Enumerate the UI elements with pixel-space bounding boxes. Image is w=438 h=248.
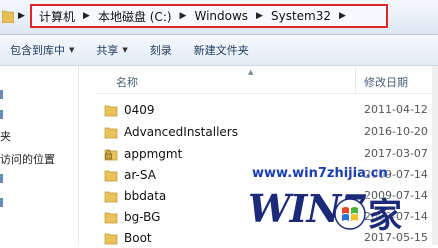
file-date: 2011-04-12 1 bbox=[364, 103, 438, 116]
breadcrumb-item-local-disk[interactable]: 本地磁盘 (C:) ▶ bbox=[93, 8, 190, 25]
share-button[interactable]: 共享 ▼ bbox=[90, 42, 133, 58]
file-name: Boot bbox=[124, 231, 152, 245]
breadcrumb: 计算机 ▶ 本地磁盘 (C:) ▶ Windows ▶ System32 ▶ bbox=[30, 4, 388, 28]
nav-item-icon bbox=[0, 174, 3, 183]
folder-icon bbox=[2, 10, 14, 23]
folder-icon bbox=[104, 233, 118, 245]
chevron-right-icon[interactable]: ▶ bbox=[336, 11, 349, 21]
column-header-date-modified[interactable]: 修改日期 bbox=[364, 74, 408, 90]
command-bar: 包含到库中 ▼ 共享 ▼ 刻录 新建文件夹 bbox=[0, 35, 438, 66]
column-header-row: ▲ 名称 修改日期 bbox=[96, 67, 438, 94]
nav-item-icon bbox=[0, 90, 3, 99]
file-name: AdvancedInstallers bbox=[124, 125, 238, 139]
watermark: www.win7zhijia.cn WIN7 家 bbox=[238, 164, 438, 245]
breadcrumb-item-windows[interactable]: Windows ▶ bbox=[189, 9, 266, 23]
folder-icon bbox=[104, 127, 118, 139]
nav-item-folder[interactable]: 夹 bbox=[0, 128, 11, 144]
breadcrumb-item-computer[interactable]: 计算机 ▶ bbox=[34, 8, 93, 25]
include-in-library-button[interactable]: 包含到库中 ▼ bbox=[4, 42, 80, 58]
navigation-pane: 夹 访问的位置 bbox=[0, 66, 79, 245]
folder-icon bbox=[104, 105, 118, 117]
nav-item-recent-places[interactable]: 访问的位置 bbox=[0, 151, 55, 167]
file-name: 0409 bbox=[124, 103, 155, 117]
address-bar: ▶ 计算机 ▶ 本地磁盘 (C:) ▶ Windows ▶ System32 ▶ bbox=[0, 0, 438, 35]
chevron-right-icon[interactable]: ▶ bbox=[18, 11, 25, 21]
chevron-right-icon[interactable]: ▶ bbox=[80, 11, 93, 21]
file-row[interactable]: appmgmt 2017-03-07 9 bbox=[96, 144, 438, 164]
new-folder-button[interactable]: 新建文件夹 bbox=[188, 42, 255, 58]
file-name: bbdata bbox=[124, 189, 167, 203]
burn-button[interactable]: 刻录 bbox=[144, 42, 178, 58]
column-divider[interactable] bbox=[355, 67, 356, 93]
sort-caret-icon: ▲ bbox=[248, 68, 254, 76]
vertical-scrollbar[interactable] bbox=[432, 66, 438, 245]
folder-icon bbox=[104, 191, 118, 203]
nav-item-icon bbox=[0, 198, 3, 207]
watermark-url: www.win7zhijia.cn bbox=[252, 166, 388, 181]
file-name: bg-BG bbox=[124, 210, 161, 224]
locked-folder-icon bbox=[104, 149, 118, 161]
chevron-right-icon[interactable]: ▶ bbox=[177, 11, 190, 21]
windows-flag-icon bbox=[334, 198, 366, 230]
dropdown-arrow-icon: ▼ bbox=[122, 46, 128, 54]
file-row[interactable]: 0409 2011-04-12 1 bbox=[96, 100, 438, 120]
chevron-right-icon[interactable]: ▶ bbox=[253, 11, 266, 21]
file-date: 2016-10-20 3 bbox=[364, 125, 438, 138]
file-name: ar-SA bbox=[124, 168, 156, 182]
folder-icon bbox=[104, 170, 118, 182]
breadcrumb-item-system32[interactable]: System32 ▶ bbox=[266, 9, 349, 23]
file-name: appmgmt bbox=[124, 147, 183, 161]
watermark-han: 家 bbox=[368, 196, 402, 236]
column-header-name[interactable]: 名称 bbox=[116, 74, 138, 90]
folder-icon bbox=[104, 212, 118, 224]
dropdown-arrow-icon: ▼ bbox=[69, 46, 75, 54]
file-date: 2017-03-07 9 bbox=[364, 147, 438, 160]
nav-item-icon bbox=[0, 110, 3, 119]
file-row[interactable]: AdvancedInstallers 2016-10-20 3 bbox=[96, 122, 438, 142]
